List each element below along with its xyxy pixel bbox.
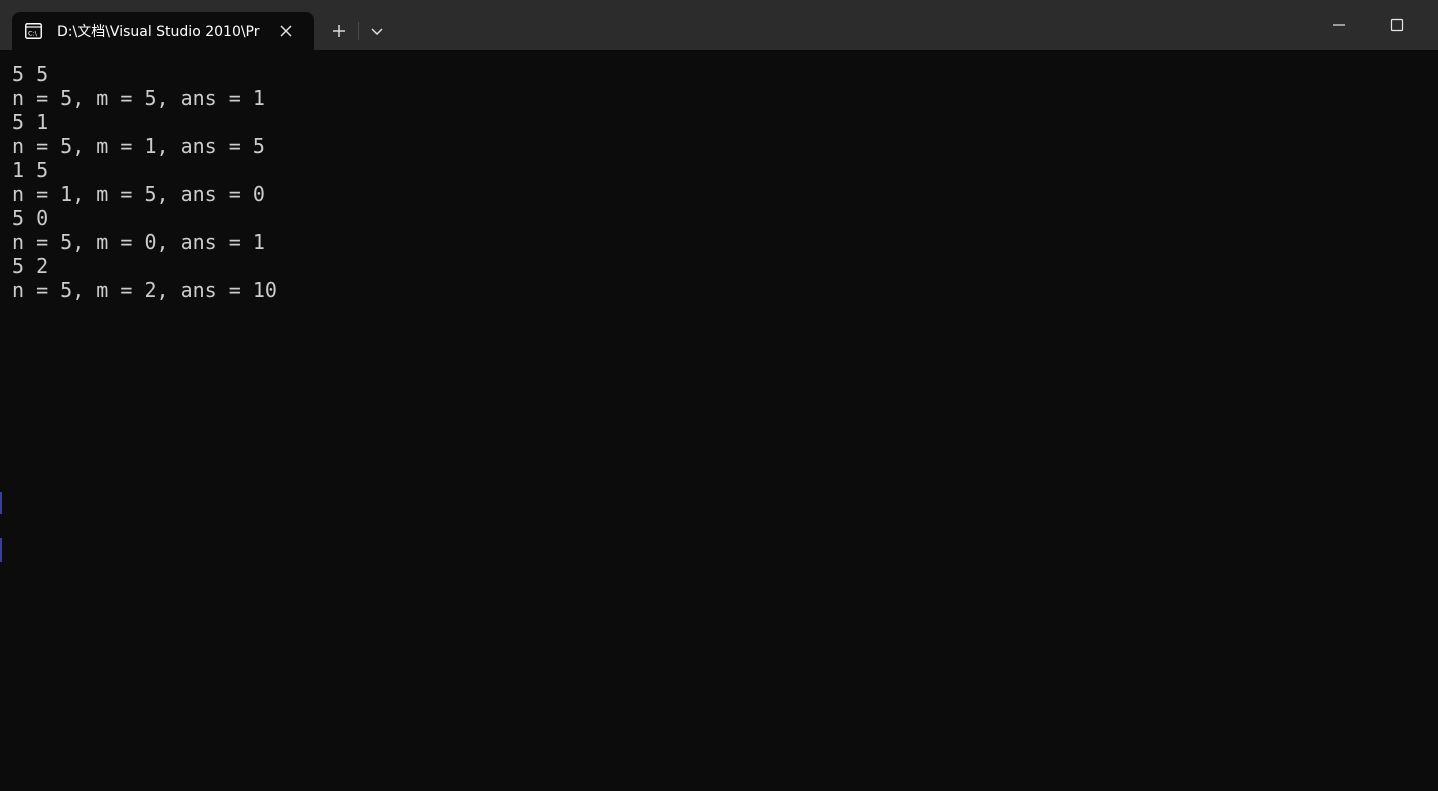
maximize-button[interactable] xyxy=(1368,0,1426,50)
tab-dropdown-button[interactable] xyxy=(362,16,392,46)
chevron-down-icon xyxy=(362,16,392,46)
terminal-line: 1 5 xyxy=(12,158,49,182)
tab-console[interactable]: C:\ D:\文档\Visual Studio 2010\Pr xyxy=(12,12,314,50)
terminal-window: C:\ D:\文档\Visual Studio 2010\Pr 5 5 n = … xyxy=(0,0,1438,791)
minimize-button[interactable] xyxy=(1310,0,1368,50)
terminal-output[interactable]: 5 5 n = 5, m = 5, ans = 1 5 1 n = 5, m =… xyxy=(0,50,1438,791)
maximize-icon xyxy=(1368,0,1426,50)
terminal-line: 5 1 xyxy=(12,110,49,134)
tab-title: D:\文档\Visual Studio 2010\Pr xyxy=(57,24,260,40)
terminal-line: n = 5, m = 2, ans = 10 xyxy=(12,278,277,302)
console-icon: C:\ xyxy=(25,23,42,39)
terminal-line: 5 0 xyxy=(12,206,49,230)
edge-artifact xyxy=(0,492,2,514)
svg-text:C:\: C:\ xyxy=(28,30,38,38)
terminal-line: 5 5 xyxy=(12,62,49,86)
terminal-line: n = 5, m = 0, ans = 1 xyxy=(12,230,265,254)
terminal-line: 5 2 xyxy=(12,254,49,278)
new-tab-button[interactable] xyxy=(322,16,356,46)
tab-divider xyxy=(358,22,359,40)
edge-artifact xyxy=(0,538,2,562)
close-icon[interactable] xyxy=(276,21,296,41)
plus-icon xyxy=(322,16,356,46)
minimize-icon xyxy=(1310,0,1368,50)
terminal-line: n = 5, m = 1, ans = 5 xyxy=(12,134,265,158)
terminal-line: n = 1, m = 5, ans = 0 xyxy=(12,182,265,206)
terminal-line: n = 5, m = 5, ans = 1 xyxy=(12,86,265,110)
title-bar[interactable]: C:\ D:\文档\Visual Studio 2010\Pr xyxy=(0,0,1438,50)
